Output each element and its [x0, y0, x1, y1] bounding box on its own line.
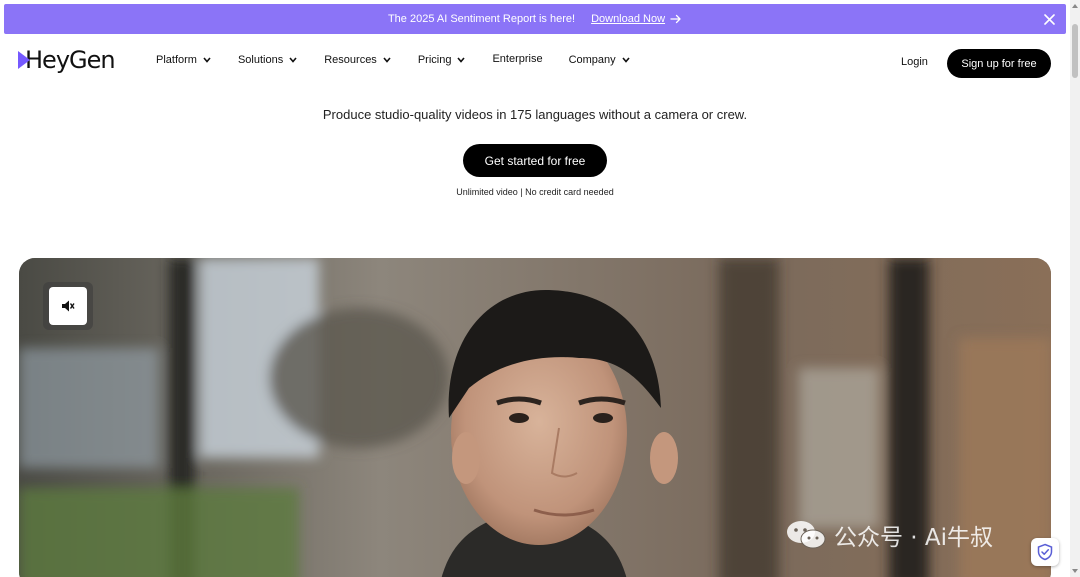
- chevron-down-icon: [622, 57, 630, 63]
- nav-item-platform[interactable]: Platform: [156, 54, 211, 66]
- announcement-banner: The 2025 AI Sentiment Report is here! Do…: [4, 4, 1066, 34]
- download-now-link[interactable]: Download Now: [591, 13, 682, 25]
- page-scrollbar[interactable]: [1070, 0, 1080, 577]
- scroll-up-arrow-icon[interactable]: [1072, 4, 1078, 8]
- nav-item-solutions[interactable]: Solutions: [238, 54, 297, 66]
- mute-toggle-button[interactable]: [43, 282, 93, 330]
- banner-close-button[interactable]: [1040, 10, 1058, 28]
- nav-item-label: Company: [568, 54, 616, 66]
- logo-play-icon: [18, 51, 30, 69]
- login-link[interactable]: Login: [901, 56, 928, 68]
- nav-item-resources[interactable]: Resources: [324, 54, 391, 66]
- chevron-down-icon: [289, 57, 297, 63]
- close-icon: [1043, 13, 1055, 25]
- chevron-down-icon: [203, 57, 211, 63]
- chevron-down-icon: [457, 57, 466, 63]
- wechat-icon: [787, 521, 826, 549]
- nav-item-label: Enterprise: [492, 53, 543, 65]
- shield-check-icon: [1037, 543, 1053, 561]
- arrow-right-icon: [670, 14, 681, 24]
- wechat-watermark: 公众号 · Ai牛叔: [786, 518, 993, 552]
- hero-note: Unlimited video | No credit card needed: [456, 187, 614, 197]
- nav-item-label: Pricing: [417, 54, 452, 66]
- get-started-button[interactable]: Get started for free: [463, 144, 607, 177]
- scrollbar-thumb[interactable]: [1072, 24, 1078, 78]
- banner-message: The 2025 AI Sentiment Report is here!: [387, 13, 576, 25]
- signup-button[interactable]: Sign up for free: [947, 49, 1051, 78]
- nav-item-company[interactable]: Company: [569, 54, 630, 66]
- nav-item-label: Platform: [156, 54, 197, 66]
- logo-wordmark: HeyGen: [25, 46, 116, 74]
- watermark-text: 公众号 · Ai牛叔: [834, 525, 994, 551]
- hero-tagline: Produce studio-quality videos in 175 lan…: [322, 107, 748, 122]
- nav-item-pricing[interactable]: Pricing: [418, 54, 466, 66]
- speaker-muted-icon: [62, 300, 75, 312]
- download-now-label: Download Now: [591, 13, 666, 25]
- top-navigation: HeyGen Platform Solutions Resources Pric…: [0, 40, 1070, 84]
- main-menu: Platform Solutions Resources Pricing Ent…: [156, 53, 657, 66]
- scroll-down-arrow-icon[interactable]: [1072, 569, 1078, 573]
- nav-item-label: Solutions: [237, 54, 284, 66]
- privacy-shield-badge[interactable]: [1031, 538, 1059, 566]
- chevron-down-icon: [383, 57, 391, 63]
- heygen-logo[interactable]: HeyGen: [18, 46, 116, 74]
- nav-item-label: Resources: [324, 54, 377, 66]
- nav-item-enterprise[interactable]: Enterprise: [492, 53, 542, 65]
- mute-toggle-inner: [49, 287, 87, 325]
